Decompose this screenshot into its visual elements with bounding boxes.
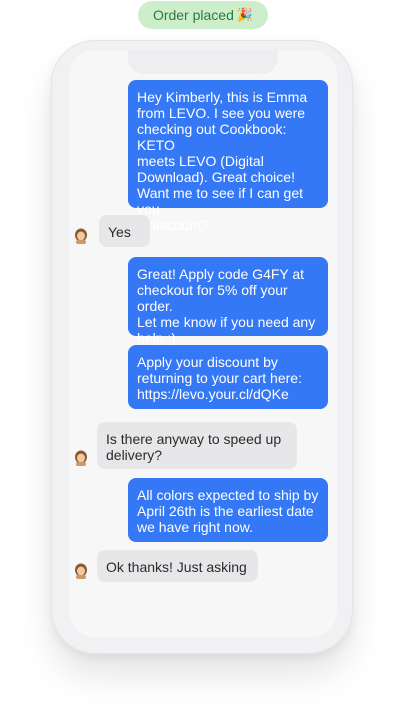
phone-notch	[128, 50, 278, 74]
outgoing-message-bubble: All colors expected to ship by April 26t…	[128, 478, 328, 542]
avatar-icon	[75, 563, 87, 579]
avatar-icon	[75, 450, 87, 466]
badge-label: Order placed	[152, 7, 234, 23]
incoming-message-bubble: Ok thanks! Just asking	[97, 550, 258, 582]
outgoing-message-bubble: Great! Apply code G4FY at checkout for 5…	[128, 257, 328, 346]
party-popper-icon: 🎉	[236, 7, 254, 22]
incoming-message-bubble: Is there anyway to speed up delivery?	[97, 422, 297, 469]
outgoing-message-bubble: Hey Kimberly, this is Emma from LEVO. I …	[128, 80, 328, 233]
incoming-message-bubble: Yes	[99, 215, 150, 247]
order-placed-badge: Order placed 🎉	[138, 1, 268, 29]
outgoing-message-bubble: Apply your discount by returning to your…	[128, 345, 328, 409]
avatar-icon	[75, 228, 87, 244]
